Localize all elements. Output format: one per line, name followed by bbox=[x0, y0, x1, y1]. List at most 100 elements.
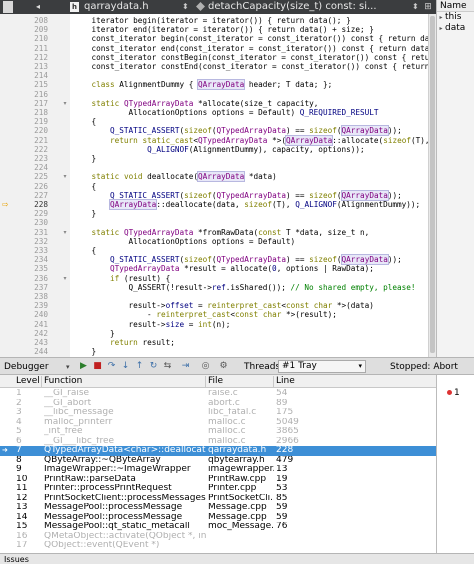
column-header-function[interactable]: Function bbox=[44, 375, 82, 388]
line-number[interactable]: 215 bbox=[22, 80, 48, 89]
stack-frame-row[interactable]: 17 QObject::event(QEvent *) bbox=[0, 541, 436, 551]
fold-marker-icon[interactable]: ▾ bbox=[62, 172, 68, 181]
code-line[interactable]: static QTypedArrayData *allocate(size_t … bbox=[73, 99, 319, 108]
code-line[interactable]: QArrayData::deallocate(data, sizeof(T), … bbox=[73, 199, 420, 210]
stack-frame-row[interactable]: 9 ImageWrapper::~ImageWrapper imagewrapper… bbox=[0, 465, 436, 475]
fold-marker-icon[interactable]: ▾ bbox=[62, 228, 68, 237]
expand-arrow-icon[interactable]: ▸ bbox=[437, 12, 445, 23]
line-number[interactable]: 232 bbox=[22, 237, 48, 246]
stack-frame-row[interactable]: 12 PrintSocketClient::processMessages Prin… bbox=[0, 494, 436, 504]
open-file-name[interactable]: qarraydata.h bbox=[84, 0, 149, 14]
step-out-icon[interactable]: ↑ bbox=[134, 361, 145, 372]
code-line[interactable]: } bbox=[73, 329, 115, 338]
line-number[interactable]: 234 bbox=[22, 255, 48, 264]
code-line[interactable]: } bbox=[73, 209, 97, 218]
fold-marker-icon[interactable]: ▾ bbox=[62, 99, 68, 108]
line-number[interactable]: 237 bbox=[22, 283, 48, 292]
column-header-file[interactable]: File bbox=[208, 375, 223, 388]
line-number[interactable]: 230 bbox=[22, 218, 48, 227]
locals-header-name[interactable]: Name bbox=[437, 0, 474, 12]
column-divider[interactable] bbox=[205, 376, 206, 387]
code-line[interactable]: QTypedArrayData *result = allocate(0, op… bbox=[73, 264, 374, 273]
line-number[interactable]: 240 bbox=[22, 310, 48, 319]
expand-arrow-icon[interactable]: ▸ bbox=[437, 23, 445, 34]
line-number[interactable]: 228 bbox=[22, 200, 48, 209]
code-line[interactable]: return static_cast<QTypedArrayData *>(QA… bbox=[73, 134, 428, 146]
debugger-perspective-label[interactable]: Debugger bbox=[4, 361, 49, 373]
code-line[interactable]: Q_ALIGNOF(AlignmentDummy), capacity, opt… bbox=[73, 145, 365, 154]
step-over-icon[interactable]: ↷ bbox=[106, 361, 117, 372]
code-line[interactable]: AllocationOptions options = Default) Q_R… bbox=[73, 108, 379, 117]
code-line[interactable]: if (result) { bbox=[73, 274, 170, 283]
line-number[interactable]: 223 bbox=[22, 154, 48, 163]
line-number[interactable]: 239 bbox=[22, 301, 48, 310]
code-line[interactable]: const_iterator constEnd(const_iterator =… bbox=[73, 62, 429, 71]
stack-frame-row[interactable]: 16 QMetaObject::activate(QObject *, int..… bbox=[0, 532, 436, 542]
column-header-line[interactable]: Line bbox=[276, 375, 295, 388]
code-line[interactable]: const_iterator begin(const_iterator = co… bbox=[73, 34, 429, 43]
thread-selector[interactable]: #1 Tray ▾ bbox=[278, 360, 366, 373]
restart-debugger-icon[interactable]: ↻ bbox=[148, 361, 159, 372]
file-dropdown-chevron-icon[interactable]: ⬍ bbox=[182, 0, 189, 14]
breakpoint-item[interactable]: 1 bbox=[437, 388, 474, 399]
stack-frame-row[interactable]: 4 malloc_printerr malloc.c 5049 bbox=[0, 418, 436, 428]
line-number[interactable]: 220 bbox=[22, 126, 48, 135]
line-number[interactable]: 212 bbox=[22, 53, 48, 62]
code-line[interactable]: class AlignmentDummy { QArrayData header… bbox=[73, 79, 332, 91]
line-number[interactable]: 214 bbox=[22, 71, 48, 80]
locals-item-data[interactable]: ▸ data bbox=[437, 23, 474, 34]
line-number[interactable]: 242 bbox=[22, 329, 48, 338]
line-number[interactable]: 210 bbox=[22, 34, 48, 43]
line-number[interactable]: 226 bbox=[22, 182, 48, 191]
line-number[interactable]: 235 bbox=[22, 264, 48, 273]
line-number[interactable]: 236 bbox=[22, 274, 48, 283]
split-view-icon[interactable]: ⊞ bbox=[422, 1, 434, 13]
column-divider[interactable] bbox=[41, 376, 42, 387]
continue-icon[interactable]: ▶ bbox=[78, 361, 89, 372]
code-line[interactable]: return result; bbox=[73, 338, 175, 347]
code-line[interactable]: Q_ASSERT(!result->ref.isShared()); // No… bbox=[73, 283, 416, 292]
stack-frame-row[interactable]: 10 PrintRaw::parseData PrintRaw.cpp 19 bbox=[0, 475, 436, 485]
code-line[interactable]: } bbox=[73, 154, 97, 163]
code-line[interactable]: Q_STATIC_ASSERT(sizeof(QTypedArrayData) … bbox=[73, 254, 402, 266]
line-number[interactable]: 241 bbox=[22, 320, 48, 329]
sidebar-toggle-icon[interactable] bbox=[3, 1, 13, 13]
current-symbol[interactable]: detachCapacity(size_t) const: si... bbox=[208, 0, 377, 14]
locals-item-this[interactable]: ▸ this bbox=[437, 12, 474, 23]
line-number[interactable]: 222 bbox=[22, 145, 48, 154]
code-line[interactable]: result->size = int(n); bbox=[73, 320, 231, 329]
step-by-instruction-icon[interactable]: ⇥ bbox=[180, 361, 191, 372]
stack-frame-row[interactable]: 2 __GI_abort abort.c 89 bbox=[0, 399, 436, 409]
line-number[interactable]: 233 bbox=[22, 246, 48, 255]
line-number[interactable]: 216 bbox=[22, 90, 48, 99]
code-line[interactable]: { bbox=[73, 246, 97, 255]
line-number[interactable]: 221 bbox=[22, 136, 48, 145]
line-number[interactable]: 211 bbox=[22, 44, 48, 53]
code-line[interactable]: iterator end(iterator = iterator()) { re… bbox=[73, 25, 374, 34]
stack-frame-row[interactable]: 8 QByteArray::~QByteArray qbytearray.h 479 bbox=[0, 456, 436, 466]
line-number[interactable]: 244 bbox=[22, 347, 48, 356]
code-line[interactable]: { bbox=[73, 117, 97, 126]
code-line[interactable]: Q_STATIC_ASSERT(sizeof(QTypedArrayData) … bbox=[73, 125, 402, 137]
line-number[interactable]: 227 bbox=[22, 191, 48, 200]
stack-frame-row[interactable]: 5 _int_free malloc.c 3865 bbox=[0, 427, 436, 437]
reverse-direction-icon[interactable]: ⇆ bbox=[162, 361, 173, 372]
code-line[interactable]: iterator begin(iterator = iterator()) { … bbox=[73, 16, 351, 25]
line-number[interactable]: 231 bbox=[22, 228, 48, 237]
perspective-dropdown-icon[interactable]: ▾ bbox=[66, 361, 70, 373]
code-line[interactable]: AllocationOptions options = Default) bbox=[73, 237, 296, 246]
stack-frame-row[interactable]: 11 Printer::processPrintRequest Printer.cp… bbox=[0, 484, 436, 494]
code-line[interactable]: const_iterator end(const_iterator = cons… bbox=[73, 44, 429, 53]
line-number[interactable]: 219 bbox=[22, 117, 48, 126]
column-divider[interactable] bbox=[273, 376, 274, 387]
code-line[interactable]: } bbox=[73, 347, 97, 356]
debugger-settings-icon[interactable]: ⚙ bbox=[218, 361, 229, 372]
code-line[interactable]: Q_STATIC_ASSERT(sizeof(QTypedArrayData) … bbox=[73, 189, 402, 201]
line-number[interactable]: 217 bbox=[22, 99, 48, 108]
column-header-level[interactable]: Level bbox=[16, 375, 40, 388]
line-number[interactable]: 209 bbox=[22, 25, 48, 34]
step-into-icon[interactable]: ↓ bbox=[120, 361, 131, 372]
line-number[interactable]: 243 bbox=[22, 338, 48, 347]
call-stack-view[interactable]: Level Function File Line 1 __GI_raise rais… bbox=[0, 375, 436, 553]
issues-panel-tab[interactable]: Issues bbox=[0, 553, 474, 564]
